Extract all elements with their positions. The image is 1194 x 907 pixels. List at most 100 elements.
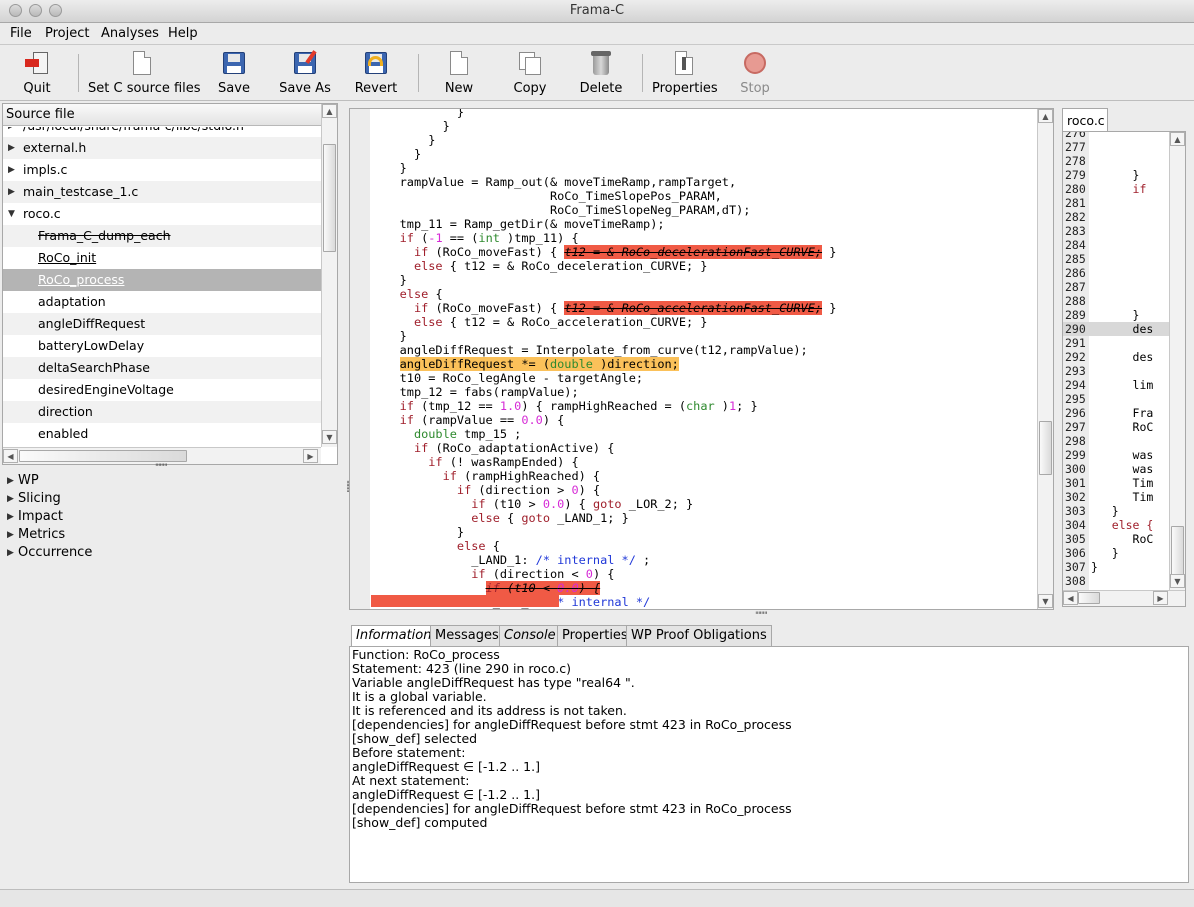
code-line-selected-statement[interactable]: angleDiffRequest *= (double )direction; bbox=[371, 357, 1037, 371]
source-line[interactable]: 277 bbox=[1063, 140, 1169, 154]
menu-project[interactable]: Project bbox=[45, 26, 89, 41]
tree-row-frama-c-dump-each[interactable]: Frama_C_dump_each bbox=[3, 225, 321, 247]
tree-row-enabled[interactable]: enabled bbox=[3, 423, 321, 445]
code-line[interactable]: if (tmp_12 == 1.0) { rampHighReached = (… bbox=[371, 399, 1037, 413]
code-line[interactable]: if (t10 > 0.0) { goto _LOR_2; } bbox=[371, 497, 1037, 511]
source-line[interactable]: 290 des bbox=[1063, 322, 1169, 336]
source-vertical-scrollbar[interactable]: ▲ ▼ bbox=[1169, 132, 1185, 590]
code-line[interactable]: } bbox=[371, 119, 1037, 133]
code-line[interactable]: else { t12 = & RoCo_acceleration_CURVE; … bbox=[371, 315, 1037, 329]
source-line[interactable]: 291 bbox=[1063, 336, 1169, 350]
scroll-thumb[interactable] bbox=[323, 144, 336, 252]
source-line[interactable]: 289 } bbox=[1063, 308, 1169, 322]
source-line[interactable]: 285 bbox=[1063, 252, 1169, 266]
code-line[interactable]: if (direction < 0) { bbox=[371, 567, 1037, 581]
scroll-thumb[interactable] bbox=[1171, 526, 1184, 576]
plugin-slicing[interactable]: ▶ Slicing bbox=[2, 490, 338, 508]
source-line[interactable]: 293 bbox=[1063, 364, 1169, 378]
tree-row-stdio[interactable]: ▶/usr/local/share/frama-c/libc/stdio.h bbox=[3, 127, 321, 137]
code-line[interactable]: t10 = RoCo_legAngle - targetAngle; bbox=[371, 371, 1037, 385]
source-line[interactable]: 284 bbox=[1063, 238, 1169, 252]
code-lines[interactable]: } } } } } rampValue = Ramp_out(& moveTim… bbox=[371, 109, 1037, 609]
tree-row-desired-engine-voltage[interactable]: desiredEngineVoltage bbox=[3, 379, 321, 401]
code-line[interactable]: } bbox=[371, 147, 1037, 161]
source-file-header[interactable]: Source file bbox=[3, 104, 337, 126]
code-line[interactable]: if (rampHighReached) { bbox=[371, 469, 1037, 483]
tree-row-main-testcase[interactable]: ▶ main_testcase_1.c bbox=[3, 181, 321, 203]
plugin-metrics[interactable]: ▶ Metrics bbox=[2, 526, 338, 544]
tree-vertical-scrollbar[interactable]: ▲ ▼ bbox=[321, 104, 337, 447]
pane-resize-handle[interactable]: '''''''' bbox=[755, 611, 768, 621]
code-line[interactable]: RoCo_TimeSlopeNeg_PARAM,dT); bbox=[371, 203, 1037, 217]
source-line[interactable]: 297 RoC bbox=[1063, 420, 1169, 434]
quit-button[interactable]: Quit bbox=[14, 50, 60, 98]
code-line[interactable]: } bbox=[371, 109, 1037, 119]
code-line[interactable]: else { t12 = & RoCo_deceleration_CURVE; … bbox=[371, 259, 1037, 273]
plugin-occurrence[interactable]: ▶ Occurrence bbox=[2, 544, 338, 562]
source-line[interactable]: 292 des bbox=[1063, 350, 1169, 364]
code-line[interactable]: } bbox=[371, 161, 1037, 175]
source-line[interactable]: 299 was bbox=[1063, 448, 1169, 462]
code-line[interactable]: } bbox=[371, 329, 1037, 343]
code-line[interactable]: else { bbox=[371, 287, 1037, 301]
information-text[interactable]: Function: RoCo_process Statement: 423 (li… bbox=[349, 646, 1189, 883]
source-line[interactable]: 286 bbox=[1063, 266, 1169, 280]
expand-icon[interactable]: ▶ bbox=[7, 526, 14, 544]
expand-icon[interactable]: ▶ bbox=[8, 137, 15, 159]
source-line[interactable]: 302 Tim bbox=[1063, 490, 1169, 504]
collapse-icon[interactable]: ▼ bbox=[8, 203, 15, 225]
code-line[interactable]: } bbox=[371, 273, 1037, 287]
tree-row-battery-low-delay[interactable]: batteryLowDelay bbox=[3, 335, 321, 357]
code-line-dead-code[interactable]: if (RoCo_moveFast) { t12 = & RoCo_accele… bbox=[371, 301, 1037, 315]
source-line[interactable]: 276 bbox=[1063, 132, 1169, 140]
code-line[interactable]: else { bbox=[371, 539, 1037, 553]
properties-button[interactable]: Properties bbox=[652, 50, 718, 98]
source-line[interactable]: 280 if bbox=[1063, 182, 1169, 196]
revert-button[interactable]: Revert bbox=[352, 50, 400, 98]
tree-row-impls-c[interactable]: ▶ impls.c bbox=[3, 159, 321, 181]
minimize-window-button[interactable] bbox=[29, 4, 42, 17]
code-line-dead-code[interactable]: if (RoCo_moveFast) { t12 = & RoCo_decele… bbox=[371, 245, 1037, 259]
scroll-right-arrow-icon[interactable]: ▶ bbox=[1153, 591, 1168, 605]
code-line[interactable]: RoCo_TimeSlopePos_PARAM, bbox=[371, 189, 1037, 203]
scroll-left-arrow-icon[interactable]: ◀ bbox=[3, 449, 18, 463]
tree-row-roco-init[interactable]: RoCo_init bbox=[3, 247, 321, 269]
scroll-thumb[interactable] bbox=[19, 450, 187, 462]
source-line[interactable]: 305 RoC bbox=[1063, 532, 1169, 546]
scroll-left-arrow-icon[interactable]: ◀ bbox=[1063, 591, 1078, 605]
plugin-wp[interactable]: ▶ WP bbox=[2, 472, 338, 490]
code-line[interactable]: double tmp_15 ; bbox=[371, 427, 1037, 441]
delete-button[interactable]: Delete bbox=[579, 50, 623, 98]
save-button[interactable]: Save bbox=[214, 50, 254, 98]
code-line[interactable]: if (! wasRampEnded) { bbox=[371, 455, 1037, 469]
plugin-impact[interactable]: ▶ Impact bbox=[2, 508, 338, 526]
code-vertical-scrollbar[interactable]: ▲ ▼ bbox=[1037, 109, 1053, 609]
expand-icon[interactable]: ▶ bbox=[8, 181, 15, 203]
menu-file[interactable]: File bbox=[10, 26, 32, 41]
tree-row-roco-process[interactable]: RoCo_process bbox=[3, 269, 321, 291]
source-line[interactable]: 303 } bbox=[1063, 504, 1169, 518]
tree-row-delta-search-phase[interactable]: deltaSearchPhase bbox=[3, 357, 321, 379]
tree-row-external-h[interactable]: ▶ external.h bbox=[3, 137, 321, 159]
source-line[interactable]: 278 bbox=[1063, 154, 1169, 168]
tree-row-roco-c[interactable]: ▼ roco.c bbox=[3, 203, 321, 225]
code-line[interactable]: if (direction > 0) { bbox=[371, 483, 1037, 497]
menu-analyses[interactable]: Analyses bbox=[101, 26, 159, 41]
scroll-thumb[interactable] bbox=[1078, 592, 1100, 604]
expand-icon[interactable]: ▶ bbox=[7, 544, 14, 562]
code-view[interactable]: } } } } } rampValue = Ramp_out(& moveTim… bbox=[349, 108, 1054, 610]
source-line[interactable]: 281 bbox=[1063, 196, 1169, 210]
code-line[interactable]: if (rampValue == 0.0) { bbox=[371, 413, 1037, 427]
code-line[interactable]: _LAND_1: /* internal */ ; bbox=[371, 553, 1037, 567]
menu-help[interactable]: Help bbox=[168, 26, 198, 41]
source-horizontal-scrollbar[interactable]: ◀ ▶ bbox=[1063, 590, 1185, 606]
scroll-thumb[interactable] bbox=[1039, 421, 1052, 475]
tab-roco-c[interactable]: roco.c bbox=[1062, 108, 1108, 131]
original-source-view[interactable]: 276 277 278 279 } 280 if 281 282 283 284 285 286 28… bbox=[1062, 131, 1186, 607]
expand-icon[interactable]: ▶ bbox=[8, 159, 15, 181]
new-button[interactable]: New bbox=[437, 50, 481, 98]
source-line[interactable]: 288 bbox=[1063, 294, 1169, 308]
code-line[interactable]: if (RoCo_adaptationActive) { bbox=[371, 441, 1037, 455]
scroll-up-arrow-icon[interactable]: ▲ bbox=[1038, 109, 1053, 123]
source-line[interactable]: 308 bbox=[1063, 574, 1169, 588]
